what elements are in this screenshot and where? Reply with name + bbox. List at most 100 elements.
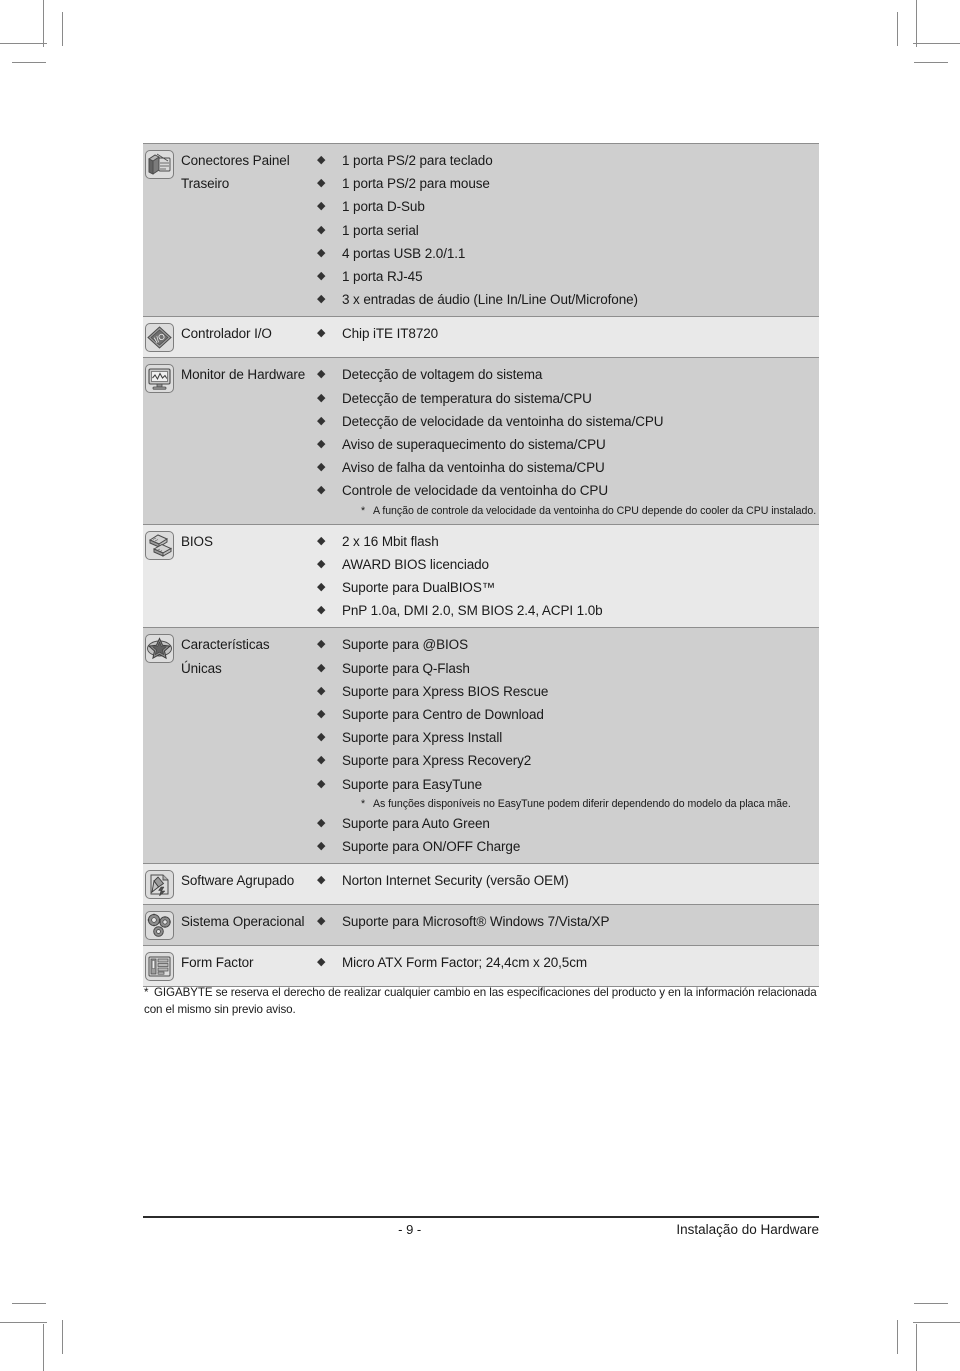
spec-row-label-line: BIOS [181, 533, 213, 549]
spec-footnote: * A função de controle da velocidade da v… [317, 503, 819, 519]
spec-bullet-item: ◆ PnP 1.0a, DMI 2.0, SM BIOS 2.4, ACPI 1.… [317, 599, 819, 622]
crop-mark-top-left-vertical [43, 0, 44, 47]
spec-row-icon-cell [143, 950, 181, 982]
spec-bullet-item: ◆ Micro ATX Form Factor; 24,4cm x 20,5cm [317, 951, 819, 974]
spec-bullet-text: Aviso de superaquecimento do sistema/CPU [342, 437, 606, 453]
page-number: - 9 - [398, 1222, 422, 1237]
spec-bullet-text: Suporte para @BIOS [342, 637, 468, 653]
spec-bullet-item: ◆ Detecção de voltagem do sistema [317, 363, 819, 386]
diamond-bullet-icon: ◆ [317, 731, 326, 744]
spec-row-values: ◆ Suporte para @BIOS ◆ Suporte para Q-Flash… [317, 632, 819, 858]
spec-row-label-line: Únicas [181, 660, 222, 676]
diamond-bullet-icon: ◆ [317, 177, 326, 190]
spec-row-label-line: Conectores Painel [181, 153, 290, 168]
spec-row-icon-cell [143, 362, 181, 394]
unique-features-star-icon [145, 634, 174, 664]
spec-bullet-text: Detecção de voltagem do sistema [342, 367, 543, 383]
crop-mark-top-left-horizontal [0, 43, 47, 44]
spec-bullet-text: Chip iTE IT8720 [342, 326, 439, 342]
spec-row-label: Controlador I/O [181, 321, 317, 345]
footnote-asterisk: * [144, 986, 149, 999]
diamond-bullet-icon: ◆ [317, 661, 326, 674]
footer-section-title: Instalação do Hardware [676, 1222, 819, 1237]
spec-bullet-text: Suporte para Xpress Recovery2 [342, 753, 532, 769]
rear-panel-connectors-icon [145, 150, 174, 179]
spec-footnote: * As funções disponíveis no EasyTune pode… [317, 796, 819, 812]
spec-bullet-text: Suporte para DualBIOS™ [342, 580, 496, 596]
spec-row-values: ◆ 2 x 16 Mbit flash ◆ AWARD BIOS licenciado… [317, 529, 819, 623]
spec-bullet-text: Detecção de temperatura do sistema/CPU [342, 390, 592, 406]
spec-row-label-line: Software Agrupado [181, 873, 295, 889]
spec-bullet-item: ◆ Suporte para Centro de Download [317, 703, 819, 726]
spec-bullet-text: Suporte para Centro de Download [342, 707, 544, 723]
spec-row-label-line: Controlador I/O [181, 326, 272, 342]
spec-bullet-text: Controle de velocidade da ventoinha do C… [342, 483, 608, 499]
io-controller-icon: I/O [145, 323, 174, 353]
spec-bullet-item: ◆ 1 porta serial [317, 219, 819, 242]
spec-bullet-text: Suporte para Xpress Install [342, 730, 503, 746]
spec-row-values: ◆ Detecção de voltagem do sistema ◆ Detecçã… [317, 362, 819, 518]
spec-row-icon-cell [143, 529, 181, 560]
spec-bullet-item: ◆ Detecção de velocidade da ventoinha do … [317, 410, 819, 433]
diamond-bullet-icon: ◆ [317, 327, 326, 340]
spec-bullet-item: ◆ Suporte para EasyTune [317, 773, 819, 796]
diamond-bullet-icon: ◆ [317, 461, 326, 474]
page-footer: - 9 - Instalação do Hardware [143, 1222, 819, 1237]
spec-row-label: Monitor de Hardware [181, 362, 317, 386]
spec-row-icon-cell [143, 632, 181, 664]
diamond-bullet-icon: ◆ [317, 293, 326, 306]
hardware-monitor-icon [145, 364, 174, 394]
spec-bullet-text: Suporte para Auto Green [342, 815, 490, 831]
spec-row-label: Características Únicas [181, 632, 317, 679]
diamond-bullet-icon: ◆ [317, 557, 326, 570]
spec-row-icon-cell [143, 909, 181, 941]
spec-bullet-item: ◆ Suporte para Xpress BIOS Rescue [317, 680, 819, 703]
spec-bullet-text: 2 x 16 Mbit flash [342, 533, 439, 549]
spec-bullet-item: ◆ Suporte para Xpress Install [317, 726, 819, 749]
spec-row-label-line: Sistema Operacional [181, 914, 305, 930]
crop-mark-bottom-right-horizontal [913, 1322, 960, 1323]
diamond-bullet-icon: ◆ [317, 777, 326, 790]
spec-bullet-text: Suporte para Xpress BIOS Rescue [342, 683, 549, 699]
spec-row-label: Sistema Operacional [181, 909, 317, 933]
footnote-text: GIGABYTE se reserva el derecho de realiz… [144, 986, 817, 1016]
footer-divider [143, 1216, 819, 1218]
form-factor-icon [145, 952, 174, 982]
spec-row: Software Agrupado ◆ Norton Internet Securi… [143, 863, 819, 905]
crop-mark-bottom-right-vertical [916, 1324, 917, 1371]
spec-row: Monitor de Hardware ◆ Detecção de voltagem… [143, 357, 819, 524]
diamond-bullet-icon: ◆ [317, 874, 326, 887]
spec-bullet-item: ◆ Controle de velocidade da ventoinha do … [317, 479, 819, 502]
crop-mark-top-right-inner-horizontal [914, 62, 948, 63]
spec-row-values: ◆ 1 porta PS/2 para teclado ◆ 1 porta PS/2 … [317, 148, 819, 311]
spec-bullet-text: PnP 1.0a, DMI 2.0, SM BIOS 2.4, ACPI 1.0… [342, 603, 603, 619]
diamond-bullet-icon: ◆ [317, 915, 326, 928]
spec-row: I/O Controlador I/O ◆ Chip iTE IT8720 [143, 316, 819, 358]
diamond-bullet-icon: ◆ [317, 154, 326, 166]
crop-mark-bottom-left-horizontal [0, 1322, 47, 1323]
diamond-bullet-icon: ◆ [317, 438, 326, 451]
spec-bullet-text: Suporte para Microsoft® Windows 7/Vista/… [342, 914, 610, 930]
operating-system-icon [145, 911, 174, 941]
diamond-bullet-icon: ◆ [317, 604, 326, 617]
spec-row-values: ◆ Suporte para Microsoft® Windows 7/Vista… [317, 909, 819, 933]
spec-footnote-text: A função de controle da velocidade da ve… [373, 504, 817, 517]
spec-bullet-item: ◆ Suporte para Auto Green [317, 812, 819, 835]
spec-bullet-text: Micro ATX Form Factor; 24,4cm x 20,5cm [342, 955, 588, 971]
spec-bullet-item: ◆ 2 x 16 Mbit flash [317, 530, 819, 553]
diamond-bullet-icon: ◆ [317, 223, 326, 236]
diamond-bullet-icon: ◆ [317, 270, 326, 283]
spec-row-label-line: Monitor de Hardware [181, 367, 306, 383]
spec-bullet-text: 1 porta RJ-45 [342, 269, 423, 285]
spec-row-icon-cell [143, 148, 181, 179]
footnote-asterisk: * [361, 797, 366, 810]
spec-bullet-item: ◆ Norton Internet Security (versão OEM) [317, 869, 819, 892]
spec-bullet-text: Detecção de velocidade da ventoinha do s… [342, 413, 664, 429]
specification-table: Conectores Painel Traseiro ◆ 1 porta PS/2 p… [143, 143, 819, 988]
diamond-bullet-icon: ◆ [317, 484, 326, 497]
diamond-bullet-icon: ◆ [317, 581, 326, 594]
spec-row: BIOS ◆ 2 x 16 Mbit flash ◆ AWARD BIOS licenc… [143, 523, 819, 628]
spec-bullet-item: ◆ 1 porta D-Sub [317, 195, 819, 218]
bios-icon [145, 530, 174, 560]
spec-bullet-text: AWARD BIOS licenciado [342, 556, 489, 572]
